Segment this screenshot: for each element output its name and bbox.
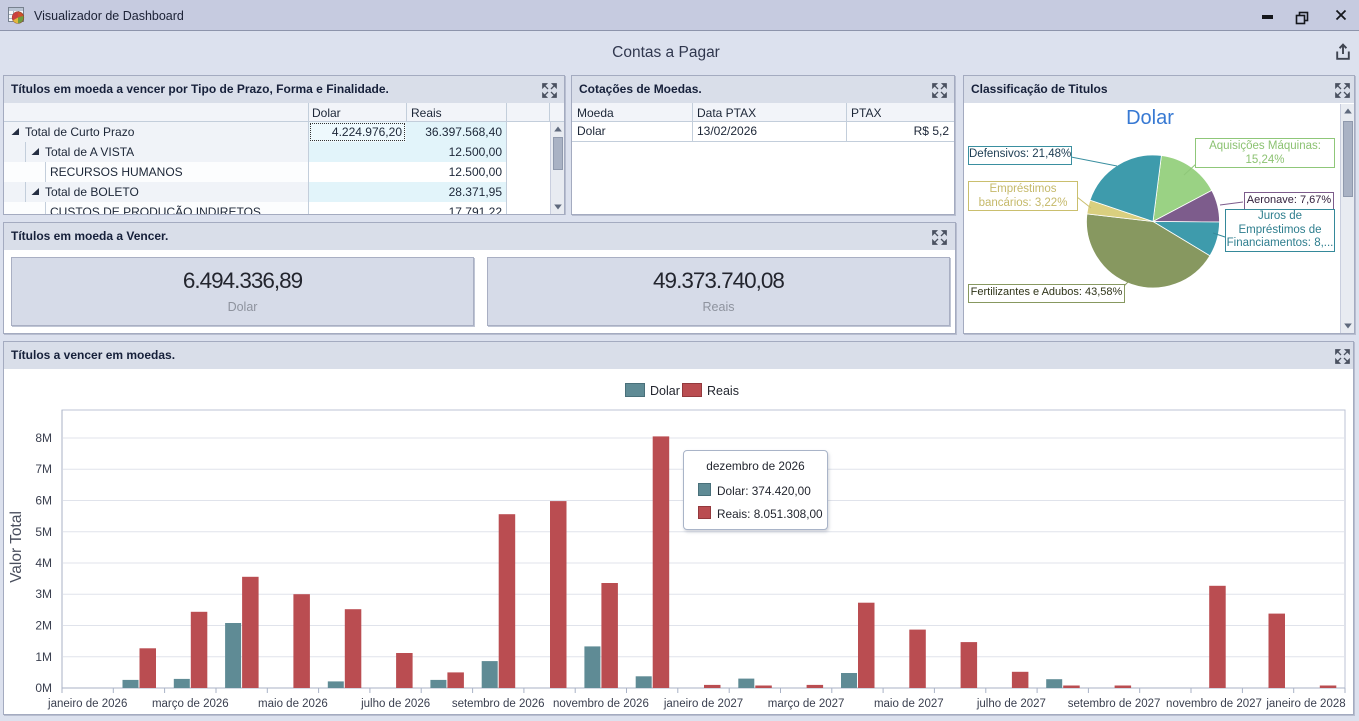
- svg-text:julho de 2027: julho de 2027: [976, 698, 1046, 710]
- svg-text:maio de 2026: maio de 2026: [258, 698, 328, 710]
- svg-text:1M: 1M: [35, 650, 52, 664]
- svg-text:7M: 7M: [35, 462, 52, 476]
- svg-text:5M: 5M: [35, 525, 52, 539]
- svg-text:março de 2026: março de 2026: [152, 698, 229, 710]
- svg-text:4M: 4M: [35, 556, 52, 570]
- svg-text:julho de 2026: julho de 2026: [360, 698, 430, 710]
- svg-text:2M: 2M: [35, 619, 52, 633]
- svg-text:janeiro de 2028: janeiro de 2028: [1265, 698, 1345, 710]
- svg-text:0M: 0M: [35, 681, 52, 695]
- svg-text:maio de 2027: maio de 2027: [874, 698, 944, 710]
- svg-text:Valor Total: Valor Total: [8, 511, 25, 583]
- svg-text:março de 2027: março de 2027: [768, 698, 845, 710]
- svg-text:novembro de 2027: novembro de 2027: [1166, 698, 1262, 710]
- svg-text:setembro de 2026: setembro de 2026: [452, 698, 545, 710]
- svg-text:novembro de 2026: novembro de 2026: [553, 698, 649, 710]
- svg-text:6M: 6M: [35, 494, 52, 508]
- svg-text:janeiro de 2027: janeiro de 2027: [663, 698, 743, 710]
- svg-text:janeiro de 2026: janeiro de 2026: [47, 698, 127, 710]
- svg-text:3M: 3M: [35, 587, 52, 601]
- svg-text:8M: 8M: [35, 431, 52, 445]
- svg-text:setembro de 2027: setembro de 2027: [1068, 698, 1161, 710]
